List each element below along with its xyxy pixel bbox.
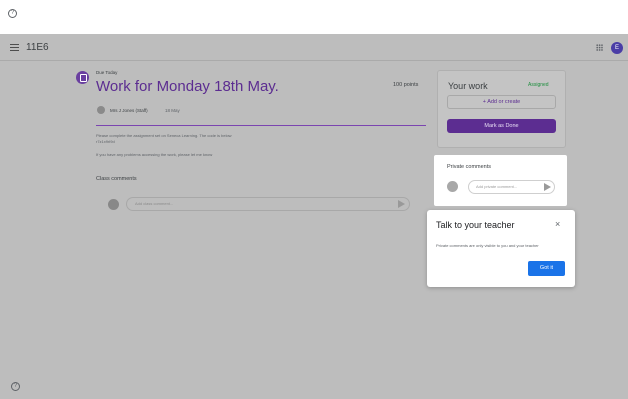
close-icon[interactable]: × [555,219,560,229]
teacher-name: Mrs J Jones (Staff) [110,108,148,113]
user-avatar [447,181,458,192]
account-avatar[interactable]: E [611,42,623,54]
class-code: r7z1x9rl9d [96,139,115,144]
your-work-card: Your work Assigned + Add or create Mark … [437,70,566,148]
help-text: If you have any problems accessing the w… [96,152,213,157]
your-work-title: Your work [448,81,488,91]
user-avatar [108,199,119,210]
posted-date: 18 May [165,108,180,113]
send-icon[interactable] [544,183,551,191]
instruction-text: Please complete the assignment set on Se… [96,133,232,138]
class-title[interactable]: 11E6 [26,42,49,53]
hamburger-menu-icon[interactable] [10,44,19,51]
divider [96,125,426,126]
send-icon[interactable] [398,200,405,208]
got-it-button[interactable]: Got it [528,261,565,276]
assignment-icon [76,71,89,84]
dialog-title: Talk to your teacher [436,220,515,230]
private-comment-input[interactable]: Add private comment... [468,180,555,194]
dialog-body: Private comments are only visible to you… [436,243,539,248]
class-comment-input[interactable]: Add class comment... [126,197,410,211]
top-bar: 11E6 E [0,34,628,61]
help-icon[interactable]: ? [8,9,17,18]
class-comments-label: Class comments [96,176,137,182]
status-badge: Assigned [528,82,549,88]
apps-grid-icon[interactable] [596,44,603,51]
add-or-create-button[interactable]: + Add or create [447,95,556,109]
assignment-title: Work for Monday 18th May. [96,78,279,95]
talk-to-teacher-dialog: Talk to your teacher × Private comments … [427,210,575,287]
points-label: 100 points [393,82,419,88]
private-comments-title: Private comments [447,164,492,170]
due-label: Due Today [96,70,118,75]
help-icon[interactable]: ? [11,382,20,391]
classroom-app: 11E6 E Due Today Work for Monday 18th Ma… [0,34,628,399]
private-comments-card: Private comments Add private comment... [434,155,567,206]
mark-as-done-button[interactable]: Mark as Done [447,119,556,133]
teacher-avatar [97,106,105,114]
